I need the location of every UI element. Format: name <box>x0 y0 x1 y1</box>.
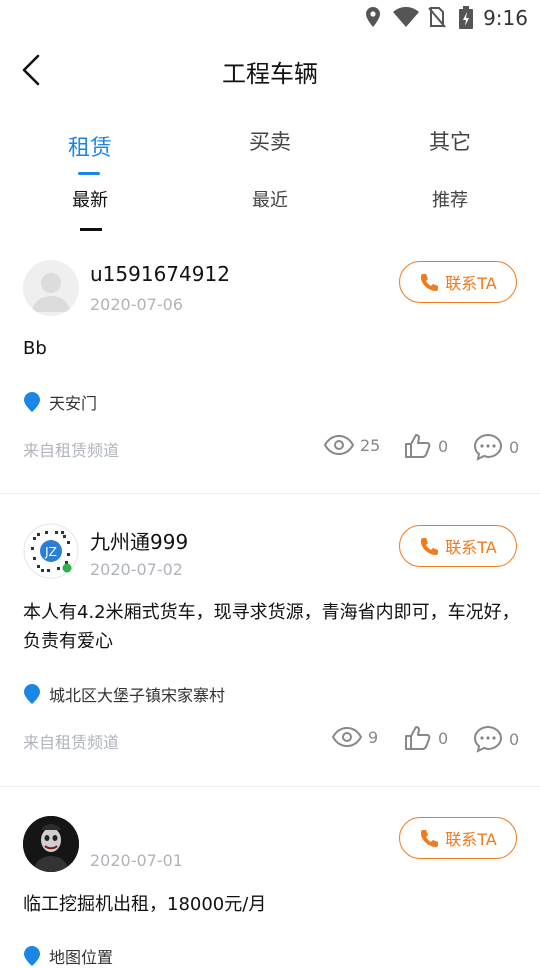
post-content: 本人有4.2米厢式货车，现寻求货源，青海省内即可，车况好，负责有爱心 <box>23 602 520 652</box>
post-date: 2020-07-01 <box>90 851 183 870</box>
comment-button[interactable]: 0 <box>473 433 519 461</box>
avatar[interactable] <box>23 260 79 316</box>
avatar[interactable] <box>23 816 79 872</box>
wifi-icon <box>393 6 419 27</box>
contact-label: 联系TA <box>445 830 497 849</box>
svg-text:JZ: JZ <box>44 545 57 559</box>
location-text: 地图位置 <box>49 948 114 967</box>
location-text: 城北区大堡子镇宋家寨村 <box>49 686 226 705</box>
avatar[interactable]: JZ <box>23 523 79 579</box>
location-pin-icon <box>24 392 40 412</box>
contact-button[interactable]: 联系TA <box>399 525 517 567</box>
views-count: 25 <box>360 435 381 455</box>
category-tabs: 租赁 买卖 其它 <box>0 120 540 180</box>
views-count: 9 <box>368 727 379 747</box>
dark-portrait-image <box>23 816 79 872</box>
tab-trade[interactable]: 买卖 <box>180 126 360 156</box>
subtab-newest[interactable]: 最新 <box>0 186 180 212</box>
clock-time: 9:16 <box>483 6 528 30</box>
contact-button[interactable]: 联系TA <box>399 817 517 859</box>
username[interactable]: u1591674912 <box>90 262 230 286</box>
likes-count: 0 <box>438 436 449 456</box>
page-title: 工程车辆 <box>222 60 318 88</box>
no-sim-icon <box>428 7 446 28</box>
like-button[interactable]: 0 <box>404 433 448 459</box>
status-bar: 9:16 <box>0 0 540 36</box>
likes-count: 0 <box>438 728 449 748</box>
subtab-recommended[interactable]: 推荐 <box>360 186 540 212</box>
divider <box>0 493 540 494</box>
post-location: 城北区大堡子镇宋家寨村 <box>23 682 225 706</box>
qr-avatar-image: JZ <box>23 523 79 579</box>
phone-icon <box>421 830 439 847</box>
comment-icon <box>473 433 503 461</box>
thumbs-up-icon <box>405 434 431 458</box>
comments-count: 0 <box>509 729 520 749</box>
eye-icon <box>324 435 354 455</box>
active-tab-indicator <box>78 172 100 175</box>
post-source: 来自租赁频道 <box>23 733 120 752</box>
username[interactable]: 九州通999 <box>90 526 188 555</box>
contact-label: 联系TA <box>445 274 497 293</box>
post-location: 天安门 <box>23 390 97 414</box>
contact-label: 联系TA <box>445 538 497 557</box>
location-icon <box>366 7 380 27</box>
default-user-icon <box>31 273 71 312</box>
divider <box>0 786 540 787</box>
sort-tabs: 最新 最近 推荐 <box>0 186 540 236</box>
comment-icon <box>473 725 503 753</box>
post-date: 2020-07-02 <box>90 560 183 579</box>
battery-charging-icon <box>459 6 473 29</box>
post-date: 2020-07-06 <box>90 295 183 314</box>
phone-icon <box>421 274 439 291</box>
subtab-nearby[interactable]: 最近 <box>180 186 360 212</box>
views-stat: 25 <box>324 435 380 455</box>
post-content: 临工挖掘机出租，18000元/月 <box>23 894 267 915</box>
location-text: 天安门 <box>49 394 98 413</box>
comment-button[interactable]: 0 <box>473 725 519 753</box>
comments-count: 0 <box>509 437 520 457</box>
contact-button[interactable]: 联系TA <box>399 261 517 303</box>
thumbs-up-icon <box>405 726 431 750</box>
views-stat: 9 <box>332 727 378 747</box>
phone-icon <box>421 538 439 555</box>
eye-icon <box>332 727 362 747</box>
location-pin-icon <box>24 946 40 966</box>
like-button[interactable]: 0 <box>404 725 448 751</box>
post-content: Bb <box>23 338 47 359</box>
post-location: 地图位置 <box>23 944 113 968</box>
title-bar: 工程车辆 <box>0 40 540 100</box>
tab-other[interactable]: 其它 <box>360 126 540 156</box>
post-source: 来自租赁频道 <box>23 441 120 460</box>
tab-rental[interactable]: 租赁 <box>0 130 180 162</box>
location-pin-icon <box>24 684 40 704</box>
active-subtab-indicator <box>80 228 102 231</box>
